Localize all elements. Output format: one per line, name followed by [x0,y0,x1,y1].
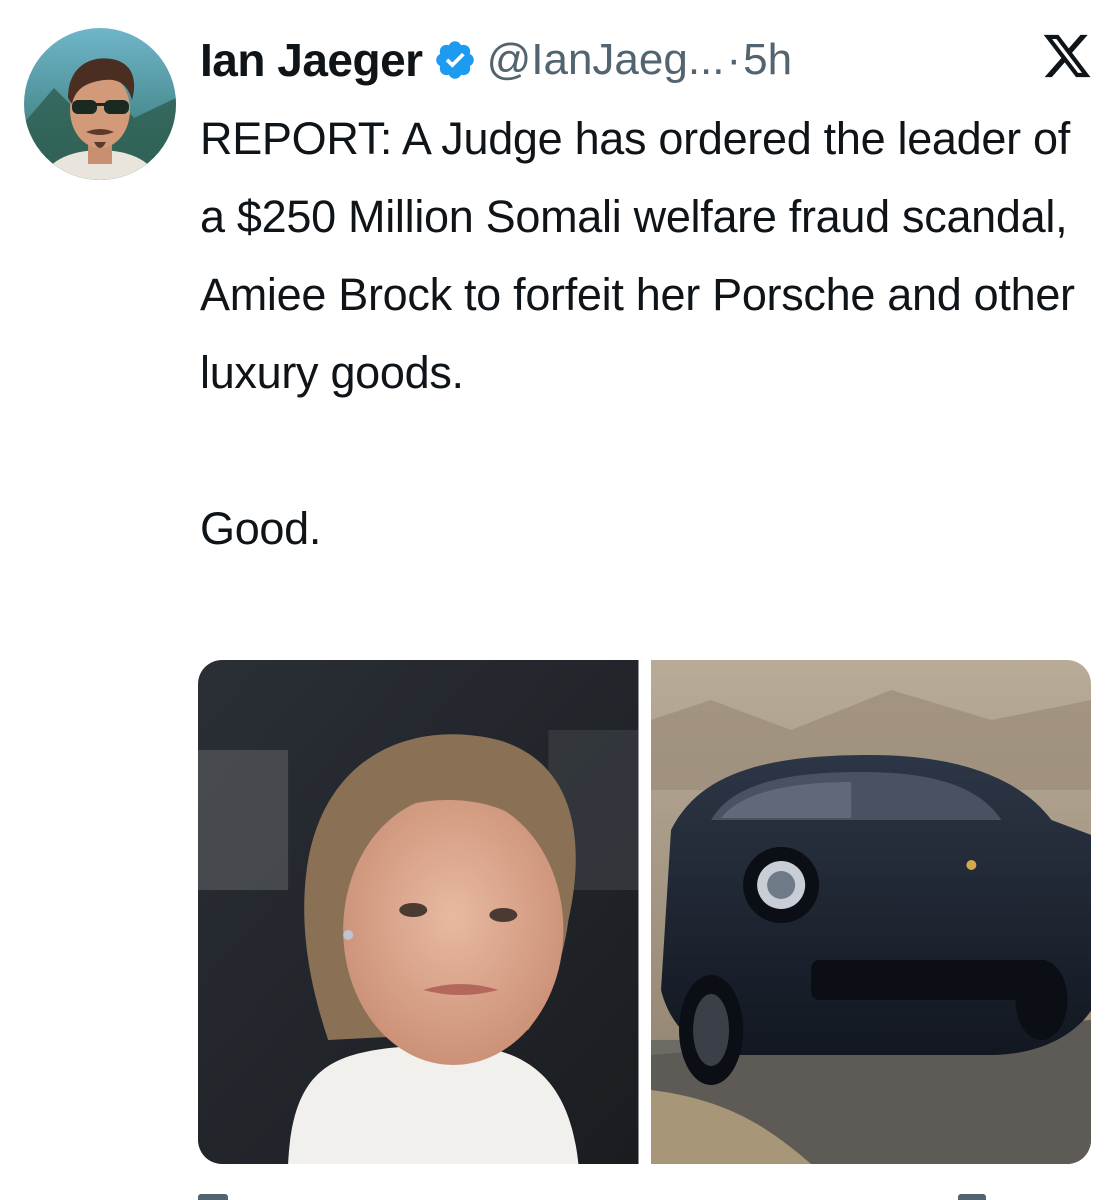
avatar[interactable] [24,28,176,180]
separator-dot: · [726,35,742,84]
tweet-text: REPORT: A Judge has ordered the leader o… [200,100,1080,568]
tweet-text-paragraph: REPORT: A Judge has ordered the leader o… [200,113,1075,398]
tweet-text-paragraph: Good. [200,503,322,554]
x-logo-icon [1041,30,1093,82]
action-bar-edge [0,1186,1115,1200]
verified-badge-icon [433,38,477,82]
photo-woman[interactable] [198,660,639,1164]
photo-porsche[interactable] [650,660,1091,1164]
tweet-card[interactable]: Ian Jaeger @IanJaeg... · 5h REPORT: A Ju… [0,0,1115,1200]
tweet-header: Ian Jaeger @IanJaeg... · 5h [200,28,1091,92]
author-handle[interactable]: @IanJaeg... [487,35,725,85]
display-name[interactable]: Ian Jaeger [200,33,423,87]
avatar-illustration [24,28,176,180]
media-grid [198,660,1091,1164]
timestamp[interactable]: 5h [743,35,792,85]
